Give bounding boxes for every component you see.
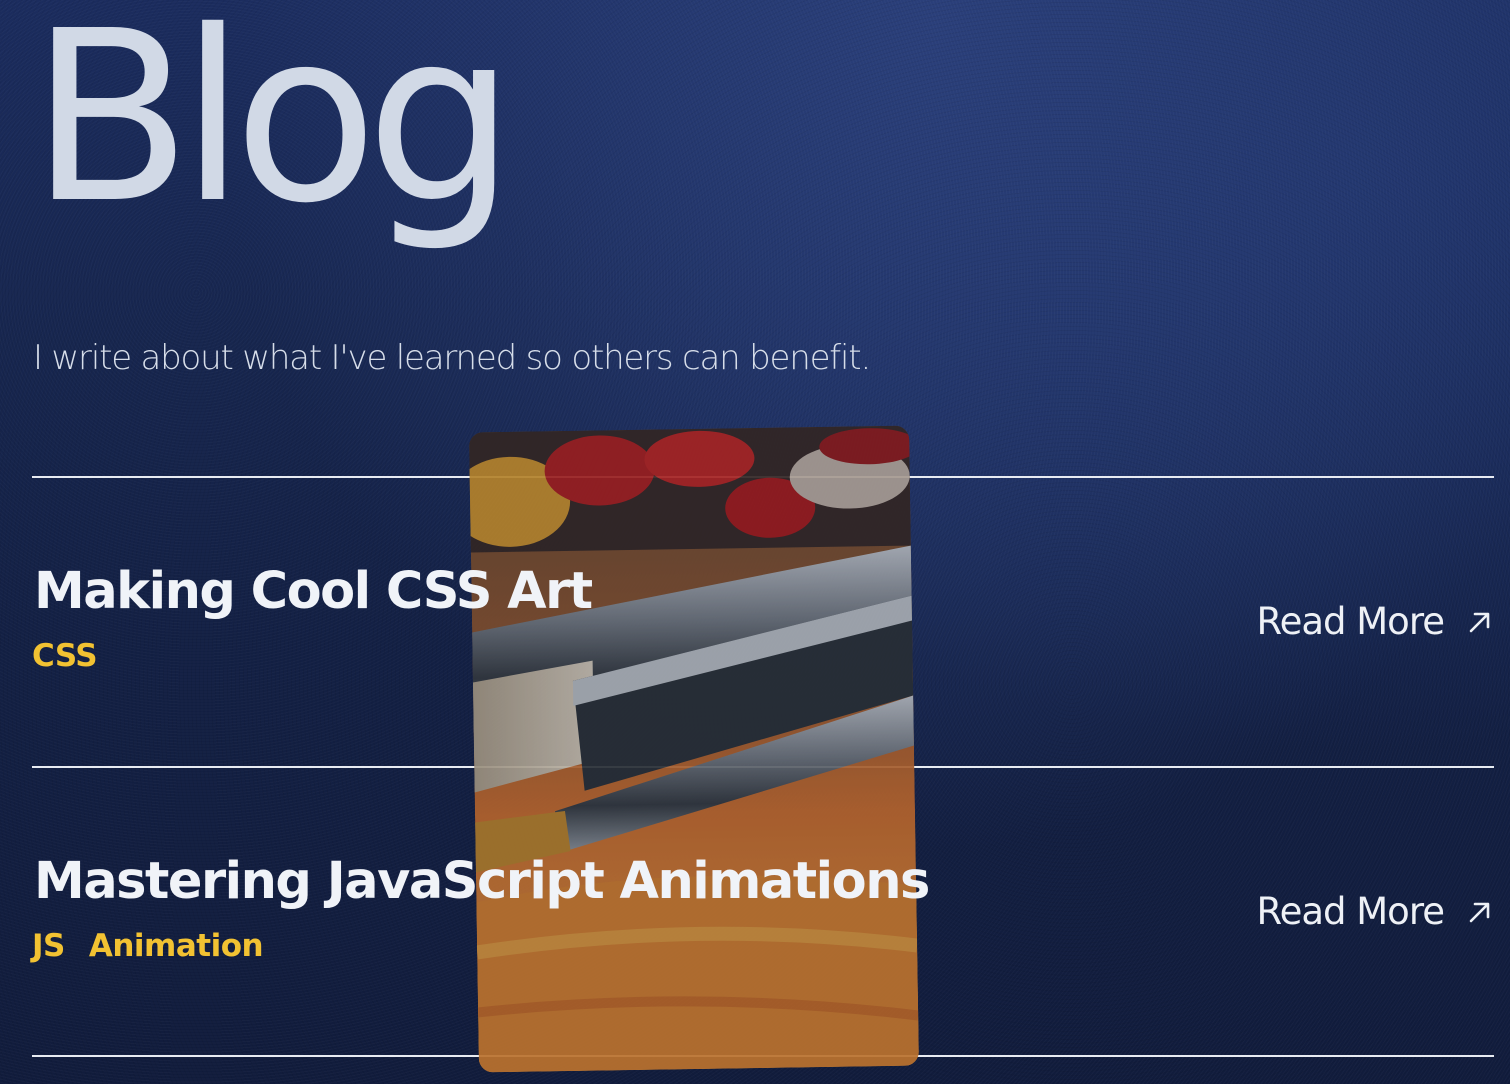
page-tagline: I write about what I've learned so other… xyxy=(33,338,871,378)
post-title[interactable]: Making Cool CSS Art xyxy=(34,562,593,621)
post-title[interactable]: Mastering JavaScript Animations xyxy=(34,852,930,911)
arrow-up-right-icon xyxy=(1469,902,1490,922)
tag[interactable]: Animation xyxy=(89,928,264,964)
post-tags: JS Animation xyxy=(32,928,264,964)
read-more-link[interactable]: Read More xyxy=(1257,890,1494,933)
arrow-up-right-icon xyxy=(1469,612,1490,632)
read-more-label: Read More xyxy=(1256,600,1445,643)
post-tags: CSS xyxy=(32,638,98,674)
page-title: Blog xyxy=(30,0,516,255)
tag[interactable]: CSS xyxy=(32,638,98,674)
read-more-link[interactable]: Read More xyxy=(1257,600,1494,643)
read-more-label: Read More xyxy=(1256,890,1445,933)
tag[interactable]: JS xyxy=(32,928,65,964)
post-preview-image xyxy=(469,425,919,1073)
